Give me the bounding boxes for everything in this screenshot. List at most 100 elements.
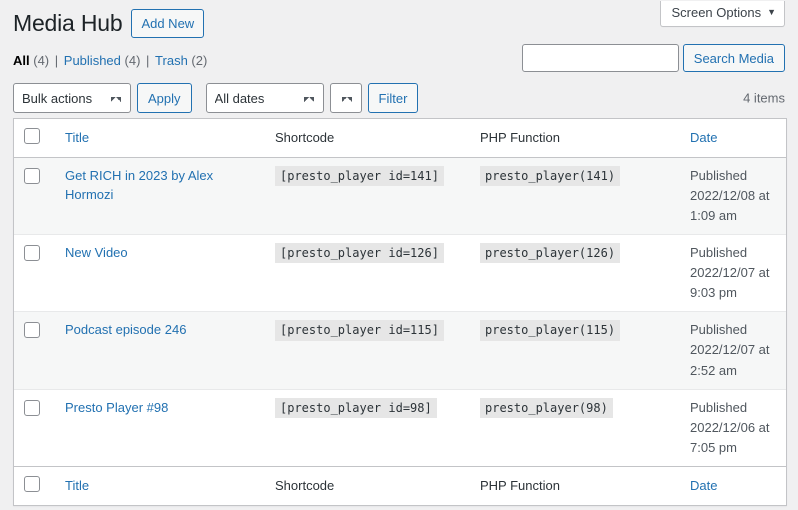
status-link-published-count: (4) bbox=[125, 53, 141, 68]
row-php-code: presto_player(98) bbox=[480, 398, 613, 418]
row-date-time: 9:03 pm bbox=[690, 283, 776, 303]
status-link-trash-anchor[interactable]: Trash bbox=[155, 53, 188, 68]
row-shortcode-code: [presto_player id=126] bbox=[275, 243, 444, 263]
status-link-published: Published (4) bbox=[64, 53, 141, 68]
media-list-table: Title Shortcode PHP Function Date Get RI… bbox=[13, 118, 787, 506]
row-title-cell: Podcast episode 246 bbox=[55, 311, 265, 388]
search-media-button[interactable]: Search Media bbox=[683, 44, 785, 72]
row-shortcode-cell: [presto_player id=141] bbox=[265, 158, 470, 234]
row-date-cell: Published 2022/12/07 at 9:03 pm bbox=[680, 234, 786, 311]
row-title-link[interactable]: Podcast episode 246 bbox=[65, 320, 186, 340]
column-header-date: Date bbox=[680, 119, 786, 158]
table-row: Presto Player #98 [presto_player id=98] … bbox=[14, 389, 786, 466]
row-title-cell: New Video bbox=[55, 234, 265, 311]
row-date-day: 2022/12/07 at bbox=[690, 263, 776, 283]
row-shortcode-cell: [presto_player id=98] bbox=[265, 389, 470, 466]
filter-button[interactable]: Filter bbox=[368, 83, 419, 113]
date-filter-select[interactable]: All dates bbox=[206, 83, 324, 113]
row-select-cell bbox=[14, 158, 55, 234]
column-footer-shortcode: Shortcode bbox=[265, 466, 470, 505]
row-checkbox[interactable] bbox=[24, 400, 40, 416]
screen-options-label: Screen Options bbox=[671, 5, 761, 21]
row-date-cell: Published 2022/12/07 at 2:52 am bbox=[680, 311, 786, 388]
table-foot: Title Shortcode PHP Function Date bbox=[14, 466, 786, 505]
bulkactions-top: Bulk actions Apply bbox=[13, 83, 192, 113]
row-title-link[interactable]: Presto Player #98 bbox=[65, 398, 168, 418]
status-link-all-count: (4) bbox=[33, 53, 49, 68]
row-date-day: 2022/12/06 at bbox=[690, 418, 776, 438]
sort-by-date-link-top[interactable]: Date bbox=[690, 130, 717, 145]
page-title: Media Hub bbox=[13, 9, 122, 39]
row-title-link[interactable]: New Video bbox=[65, 243, 128, 263]
status-separator-2: | bbox=[144, 53, 151, 68]
status-separator-1: | bbox=[53, 53, 60, 68]
row-checkbox[interactable] bbox=[24, 322, 40, 338]
status-link-published-anchor[interactable]: Published bbox=[64, 53, 121, 68]
column-footer-date: Date bbox=[680, 466, 786, 505]
row-date-day: 2022/12/08 at bbox=[690, 186, 776, 206]
table-header-row: Title Shortcode PHP Function Date bbox=[14, 119, 786, 158]
column-header-title: Title bbox=[55, 119, 265, 158]
row-title-cell: Get RICH in 2023 by Alex Hormozi bbox=[55, 158, 265, 234]
row-title-cell: Presto Player #98 bbox=[55, 389, 265, 466]
row-php-code: presto_player(126) bbox=[480, 243, 620, 263]
row-title-link[interactable]: Get RICH in 2023 by Alex Hormozi bbox=[65, 166, 255, 205]
row-checkbox[interactable] bbox=[24, 168, 40, 184]
table-row: New Video [presto_player id=126] presto_… bbox=[14, 234, 786, 311]
row-php-cell: presto_player(126) bbox=[470, 234, 680, 311]
select-all-header bbox=[14, 119, 55, 158]
row-shortcode-code: [presto_player id=141] bbox=[275, 166, 444, 186]
row-date-day: 2022/12/07 at bbox=[690, 340, 776, 360]
row-date-cell: Published 2022/12/08 at 1:09 am bbox=[680, 158, 786, 234]
tablenav-top: Bulk actions Apply All dates Filter 4 it… bbox=[13, 82, 785, 114]
admin-page-wrap: Screen Options ▼ Media Hub Add New Searc… bbox=[0, 0, 798, 510]
bulk-actions-select-top[interactable]: Bulk actions bbox=[13, 83, 131, 113]
sort-by-title-link-bottom[interactable]: Title bbox=[65, 478, 89, 493]
column-footer-title: Title bbox=[55, 466, 265, 505]
sort-by-date-link-bottom[interactable]: Date bbox=[690, 478, 717, 493]
row-php-code: presto_player(115) bbox=[480, 320, 620, 340]
row-date-status: Published bbox=[690, 320, 776, 340]
select-all-checkbox-bottom[interactable] bbox=[24, 476, 40, 492]
extra-filter-select[interactable] bbox=[330, 83, 362, 113]
search-input[interactable] bbox=[522, 44, 679, 72]
column-header-shortcode: Shortcode bbox=[265, 119, 470, 158]
row-shortcode-code: [presto_player id=115] bbox=[275, 320, 444, 340]
row-date-time: 1:09 am bbox=[690, 206, 776, 226]
status-link-trash: Trash (2) bbox=[155, 53, 207, 68]
table-row: Get RICH in 2023 by Alex Hormozi [presto… bbox=[14, 158, 786, 234]
status-link-trash-count: (2) bbox=[191, 53, 207, 68]
status-link-all-anchor[interactable]: All bbox=[13, 53, 30, 68]
row-date-status: Published bbox=[690, 166, 776, 186]
row-date-time: 2:52 am bbox=[690, 361, 776, 381]
chevron-down-icon: ▼ bbox=[767, 8, 776, 17]
table-head: Title Shortcode PHP Function Date bbox=[14, 119, 786, 158]
row-shortcode-code: [presto_player id=98] bbox=[275, 398, 437, 418]
row-select-cell bbox=[14, 389, 55, 466]
date-filter-actions: All dates Filter bbox=[206, 83, 419, 113]
search-box: Search Media bbox=[522, 44, 785, 72]
status-link-all: All (4) bbox=[13, 53, 49, 68]
sort-by-title-link-top[interactable]: Title bbox=[65, 130, 89, 145]
row-date-status: Published bbox=[690, 243, 776, 263]
row-date-status: Published bbox=[690, 398, 776, 418]
row-shortcode-cell: [presto_player id=115] bbox=[265, 311, 470, 388]
row-checkbox[interactable] bbox=[24, 245, 40, 261]
add-new-button[interactable]: Add New bbox=[131, 9, 204, 38]
row-date-cell: Published 2022/12/06 at 7:05 pm bbox=[680, 389, 786, 466]
column-header-php-function: PHP Function bbox=[470, 119, 680, 158]
column-footer-php-function: PHP Function bbox=[470, 466, 680, 505]
row-shortcode-cell: [presto_player id=126] bbox=[265, 234, 470, 311]
row-select-cell bbox=[14, 234, 55, 311]
screen-options-button[interactable]: Screen Options ▼ bbox=[660, 1, 785, 27]
row-date-time: 7:05 pm bbox=[690, 438, 776, 458]
displaying-num-top: 4 items bbox=[743, 91, 785, 106]
row-select-cell bbox=[14, 311, 55, 388]
row-php-cell: presto_player(98) bbox=[470, 389, 680, 466]
row-php-code: presto_player(141) bbox=[480, 166, 620, 186]
row-php-cell: presto_player(115) bbox=[470, 311, 680, 388]
apply-button-top[interactable]: Apply bbox=[137, 83, 192, 113]
select-all-checkbox-top[interactable] bbox=[24, 128, 40, 144]
table-row: Podcast episode 246 [presto_player id=11… bbox=[14, 311, 786, 388]
table-body: Get RICH in 2023 by Alex Hormozi [presto… bbox=[14, 158, 786, 467]
